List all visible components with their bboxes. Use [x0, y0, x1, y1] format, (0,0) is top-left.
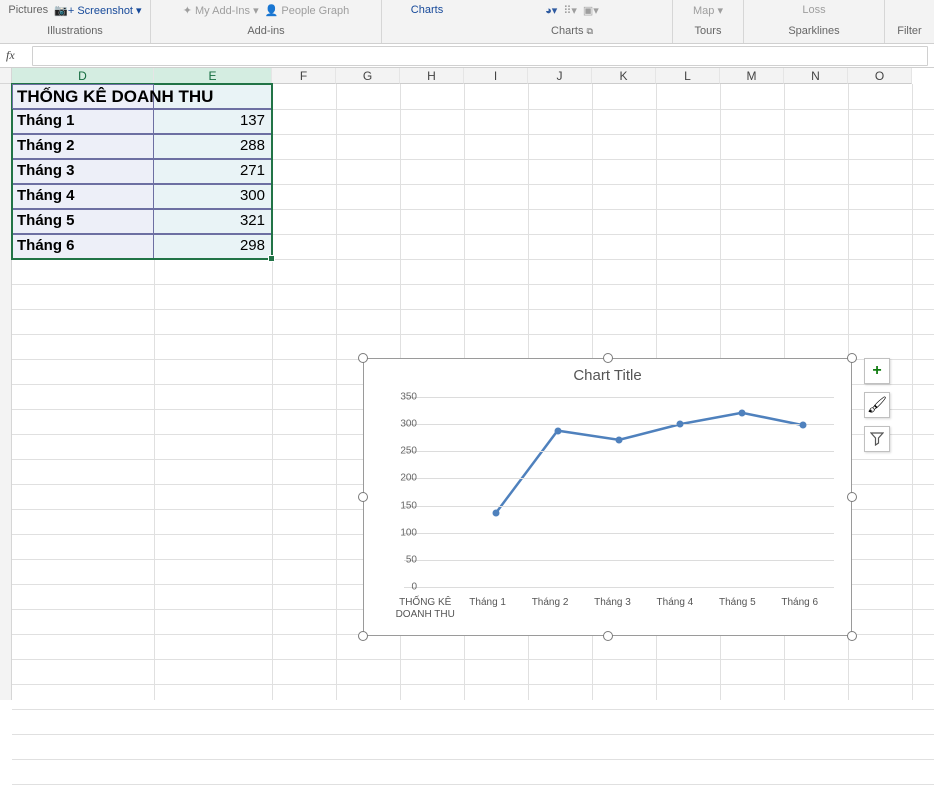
y-tick: 150 [387, 500, 417, 511]
col-head-I[interactable]: I [464, 68, 528, 84]
loss-button[interactable]: Loss [802, 4, 825, 16]
row-value[interactable]: 321 [154, 209, 272, 234]
resize-handle[interactable] [847, 353, 857, 363]
chart-picker-3[interactable]: ▣▾ [583, 4, 599, 17]
ribbon: Pictures 📷+ Screenshot ▾ Illustrations ✦… [0, 0, 934, 44]
x-tick: Tháng 5 [706, 597, 768, 621]
col-head-F[interactable]: F [272, 68, 336, 84]
y-tick: 350 [387, 392, 417, 403]
resize-handle[interactable] [847, 492, 857, 502]
row-value[interactable]: 288 [154, 134, 272, 159]
group-charts: Charts ⧉ [551, 25, 593, 37]
row-label[interactable]: Tháng 3 [12, 159, 154, 184]
col-head-G[interactable]: G [336, 68, 400, 84]
y-tick: 0 [387, 582, 417, 593]
row-label[interactable]: Tháng 4 [12, 184, 154, 209]
data-point[interactable] [738, 409, 745, 416]
col-head-H[interactable]: H [400, 68, 464, 84]
x-tick: Tháng 3 [581, 597, 643, 621]
my-addins-button[interactable]: ✦ My Add-Ins ▾ [183, 4, 259, 17]
resize-handle[interactable] [358, 353, 368, 363]
y-tick: 250 [387, 446, 417, 457]
y-tick: 300 [387, 419, 417, 430]
pictures-button[interactable]: Pictures [8, 4, 48, 16]
select-all-corner[interactable] [0, 68, 12, 84]
row-gutter[interactable] [0, 84, 12, 700]
resize-handle[interactable] [603, 353, 613, 363]
row-label[interactable]: Tháng 5 [12, 209, 154, 234]
data-point[interactable] [800, 422, 807, 429]
column-headers: D E F G H I J K L M N O [12, 68, 912, 84]
resize-handle[interactable] [358, 631, 368, 641]
y-tick: 200 [387, 473, 417, 484]
chart-area[interactable]: Chart Title THỐNG KÊ DOANH THUTháng 1Thá… [363, 358, 852, 636]
x-tick: Tháng 2 [519, 597, 581, 621]
fx-icon[interactable]: fx [6, 48, 32, 63]
funnel-icon [870, 432, 884, 446]
row-label[interactable]: Tháng 2 [12, 134, 154, 159]
x-tick: Tháng 4 [644, 597, 706, 621]
chart-picker-2[interactable]: ⠿▾ [563, 4, 577, 17]
screenshot-button[interactable]: 📷+ Screenshot ▾ [54, 4, 141, 17]
resize-handle[interactable] [358, 492, 368, 502]
chart-picker-1[interactable]: ◕▾ [545, 4, 557, 17]
col-head-K[interactable]: K [592, 68, 656, 84]
data-point[interactable] [554, 427, 561, 434]
y-tick: 100 [387, 527, 417, 538]
people-graph-button[interactable]: 👤 People Graph [265, 4, 350, 17]
formula-bar: fx [0, 44, 934, 68]
col-head-D[interactable]: D [12, 68, 154, 84]
col-head-E[interactable]: E [154, 68, 272, 84]
cells-area[interactable]: THỐNG KÊ DOANH THU Tháng 1137 Tháng 2288… [12, 84, 934, 700]
formula-input[interactable] [32, 46, 928, 66]
group-filter: Filter [897, 25, 921, 37]
row-label[interactable]: Tháng 1 [12, 109, 154, 134]
chart-side-buttons: + 🖌 [864, 358, 890, 452]
y-tick: 50 [387, 554, 417, 565]
group-tours: Tours [695, 25, 722, 37]
col-head-J[interactable]: J [528, 68, 592, 84]
x-tick: Tháng 1 [456, 597, 518, 621]
col-head-O[interactable]: O [848, 68, 912, 84]
data-point[interactable] [677, 421, 684, 428]
group-addins: Add-ins [247, 25, 284, 37]
chart-filters-button[interactable] [864, 426, 890, 452]
chart-styles-button[interactable]: 🖌 [864, 392, 890, 418]
row-value[interactable]: 137 [154, 109, 272, 134]
col-head-L[interactable]: L [656, 68, 720, 84]
data-point[interactable] [493, 509, 500, 516]
chart-elements-button[interactable]: + [864, 358, 890, 384]
row-value[interactable]: 300 [154, 184, 272, 209]
spreadsheet[interactable]: D E F G H I J K L M N O THỐNG KÊ DOANH T… [0, 68, 934, 700]
row-value[interactable]: 298 [154, 234, 272, 259]
col-head-M[interactable]: M [720, 68, 784, 84]
row-value[interactable]: 271 [154, 159, 272, 184]
row-label[interactable]: Tháng 6 [12, 234, 154, 259]
data-table: THỐNG KÊ DOANH THU Tháng 1137 Tháng 2288… [12, 84, 272, 259]
data-point[interactable] [616, 436, 623, 443]
plot-area[interactable] [404, 397, 834, 587]
col-head-N[interactable]: N [784, 68, 848, 84]
group-illustrations: Illustrations [47, 25, 103, 37]
x-tick: Tháng 6 [769, 597, 831, 621]
embedded-chart[interactable]: Chart Title THỐNG KÊ DOANH THUTháng 1Thá… [355, 350, 860, 644]
group-sparklines: Sparklines [788, 25, 839, 37]
x-axis-labels: THỐNG KÊ DOANH THUTháng 1Tháng 2Tháng 3T… [394, 597, 831, 621]
x-tick: THỐNG KÊ DOANH THU [394, 597, 456, 621]
table-title[interactable]: THỐNG KÊ DOANH THU [12, 84, 154, 109]
chart-title[interactable]: Chart Title [364, 367, 851, 384]
recommended-charts-button[interactable]: Charts [411, 4, 443, 16]
map-button[interactable]: Map ▾ [693, 4, 723, 17]
resize-handle[interactable] [603, 631, 613, 641]
resize-handle[interactable] [847, 631, 857, 641]
